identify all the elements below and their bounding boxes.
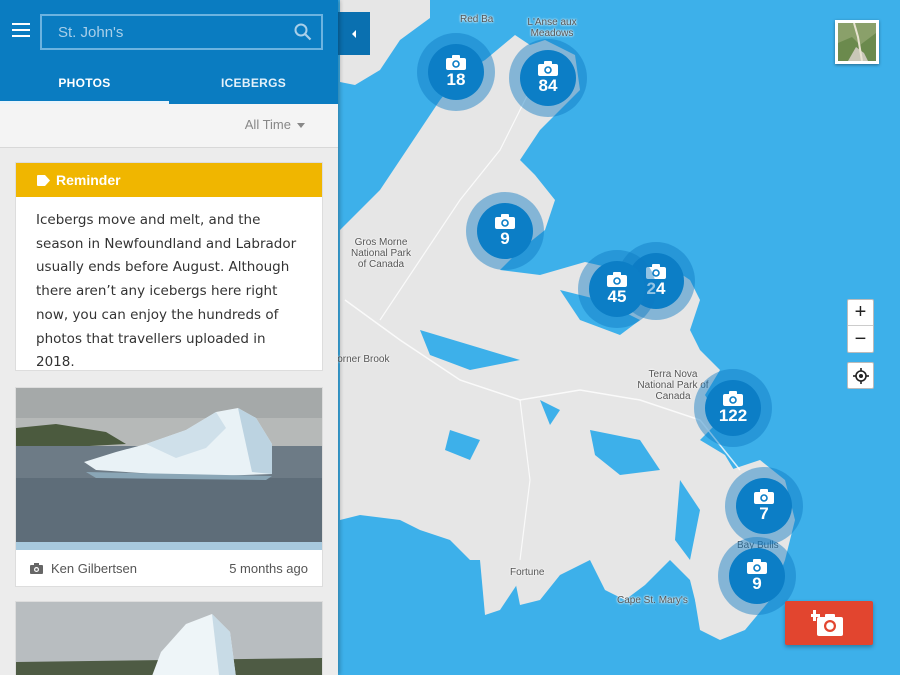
photo-meta: Ken Gilbertsen 5 months ago [16,550,322,586]
place-label-gros-morne: Gros Morne National Park of Canada [350,237,412,270]
photo-cluster[interactable]: 7 [725,467,803,545]
iceberg-photo-image [16,388,322,550]
cluster-badge: 84 [520,50,576,106]
camera-icon [723,391,743,406]
chevron-left-icon [352,29,356,38]
camera-icon [495,214,515,229]
iceberg-photo[interactable] [16,388,322,550]
tag-icon [37,174,50,186]
place-label-lanse-aux-meadows: L'Anse aux Meadows [527,17,577,39]
add-photo-button[interactable] [785,601,873,645]
photo-card[interactable]: Ken Gilbertsen 5 months ago [15,387,323,587]
zoom-out-button[interactable]: − [848,326,873,352]
caret-down-icon [297,123,305,129]
place-label-red-bay: Red Ba [460,14,494,25]
photo-cluster[interactable]: 122 [694,369,772,447]
iceberg-photo-image [16,602,322,675]
side-panel: PHOTOS ICEBERGS All Time Reminder Iceber… [0,0,338,675]
zoom-control: + − [847,299,874,353]
cluster-count: 18 [446,70,466,89]
cluster-badge: 7 [736,478,792,534]
add-camera-icon [811,610,843,636]
time-filter-dropdown[interactable]: All Time [245,117,305,132]
satellite-layer-toggle[interactable] [835,20,879,64]
cluster-badge: 9 [729,548,785,604]
zoom-in-button[interactable]: + [848,300,873,326]
camera-icon [538,61,558,76]
search-input[interactable] [40,14,323,50]
place-label-fortune: Fortune [510,567,545,578]
tab-bar: PHOTOS ICEBERGS [0,62,338,104]
cluster-badge: 45 [589,261,645,317]
time-filter-label: All Time [244,117,291,132]
tab-photos[interactable]: PHOTOS [0,62,169,104]
satellite-layer-icon [838,23,876,61]
reminder-header: Reminder [16,163,322,197]
app: Red Ba L'Anse aux Meadows Gros Morne Nat… [0,0,900,675]
collapse-panel-button[interactable] [338,12,370,55]
cluster-badge: 9 [477,203,533,259]
locate-me-button[interactable] [847,362,874,389]
tab-icebergs[interactable]: ICEBERGS [169,62,338,104]
photo-cluster[interactable]: 9 [466,192,544,270]
camera-icon [747,559,767,574]
cluster-count: 122 [718,406,748,425]
reminder-title: Reminder [56,172,121,188]
menu-button[interactable] [12,23,30,39]
photo-cluster[interactable]: 45 [578,250,656,328]
cluster-count: 45 [607,287,627,306]
crosshair-icon [852,367,869,384]
reminder-card: Reminder Icebergs move and melt, and the… [15,162,323,371]
cluster-count: 9 [752,574,762,593]
search-icon[interactable] [294,23,312,41]
menu-icon-bar [12,23,30,25]
photo-author[interactable]: Ken Gilbertsen [51,561,229,576]
menu-icon-bar [12,35,30,37]
filter-row: All Time [0,104,338,148]
cluster-badge: 18 [428,44,484,100]
reminder-text: Icebergs move and melt, and the season i… [36,212,297,371]
camera-icon [607,272,627,287]
camera-icon [754,489,774,504]
menu-icon-bar [12,29,30,31]
panel-header: PHOTOS ICEBERGS [0,0,338,104]
place-label-cape-st-marys: Cape St. Mary's [617,595,688,606]
photo-cluster[interactable]: 84 [509,39,587,117]
place-label-corner-brook: Corner Brook [330,354,390,365]
cluster-badge: 122 [705,380,761,436]
camera-icon [446,55,466,70]
photo-card[interactable] [15,601,323,675]
cluster-count: 9 [500,229,510,248]
photo-cluster[interactable]: 18 [417,33,495,111]
cluster-count: 84 [538,76,558,95]
camera-icon [30,562,43,574]
cluster-count: 7 [759,504,769,523]
photo-timestamp: 5 months ago [229,560,308,576]
